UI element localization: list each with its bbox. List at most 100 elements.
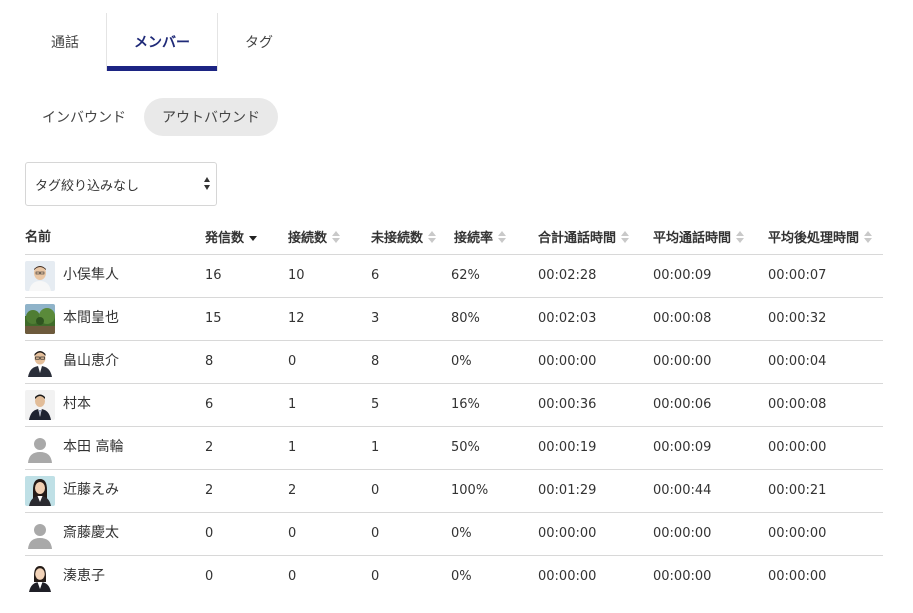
- header-outgoing[interactable]: 発信数: [205, 227, 258, 246]
- total-call-time: 00:00:19: [538, 440, 597, 455]
- avg-call-time: 00:00:09: [653, 440, 712, 455]
- avg-call-time: 00:00:08: [653, 311, 712, 326]
- tag-filter-select[interactable]: タグ絞り込みなし: [25, 162, 217, 206]
- total-call-time: 00:00:00: [538, 354, 597, 369]
- sort-icon[interactable]: [428, 230, 437, 244]
- tab-bar: 通話 メンバー タグ: [24, 13, 300, 71]
- tag-filter-value: タグ絞り込みなし: [35, 178, 140, 194]
- header-avg-post-time[interactable]: 平均後処理時間: [768, 227, 873, 246]
- sort-icon[interactable]: [621, 230, 630, 244]
- member-name[interactable]: 湊恵子: [63, 565, 105, 585]
- unconnected-count: 0: [371, 526, 380, 541]
- members-table: 名前 発信数 接続数 未接続数 接続率 合計通話時間 平均通話時間 平均後処理時…: [25, 222, 883, 599]
- table-row[interactable]: 近藤えみ 2 2 0 100% 00:01:29 00:00:44 00:00:…: [25, 470, 883, 513]
- table-row[interactable]: 湊恵子 0 0 0 0% 00:00:00 00:00:00 00:00:00: [25, 556, 883, 599]
- header-unconnected[interactable]: 未接続数: [371, 227, 437, 246]
- table-row[interactable]: 村本 6 1 5 16% 00:00:36 00:00:06 00:00:08: [25, 384, 883, 427]
- tab-tags[interactable]: タグ: [218, 13, 300, 71]
- member-name[interactable]: 畠山恵介: [63, 350, 119, 370]
- total-call-time: 00:02:28: [538, 268, 597, 283]
- connection-rate: 62%: [451, 268, 480, 283]
- connection-rate: 50%: [451, 440, 480, 455]
- unconnected-count: 3: [371, 311, 380, 326]
- outbound-button[interactable]: アウトバウンド: [144, 98, 278, 136]
- connected-count: 0: [288, 354, 297, 369]
- member-name[interactable]: 村本: [63, 393, 91, 413]
- member-name[interactable]: 小俣隼人: [63, 264, 119, 284]
- sort-icon[interactable]: [498, 230, 507, 244]
- header-avg-time[interactable]: 平均通話時間: [653, 227, 745, 246]
- header-name: 名前: [25, 230, 52, 245]
- connection-rate: 16%: [451, 397, 480, 412]
- unconnected-count: 6: [371, 268, 380, 283]
- outgoing-count: 0: [205, 569, 214, 584]
- table-row[interactable]: 小俣隼人 16 10 6 62% 00:02:28 00:00:09 00:00…: [25, 255, 883, 298]
- avatar: [25, 562, 55, 592]
- connection-rate: 0%: [451, 569, 472, 584]
- member-name[interactable]: 近藤えみ: [63, 479, 119, 499]
- outgoing-count: 16: [205, 268, 222, 283]
- avg-post-time: 00:00:00: [768, 440, 827, 455]
- connected-count: 12: [288, 311, 305, 326]
- avg-call-time: 00:00:00: [653, 569, 712, 584]
- table-row[interactable]: 畠山恵介 8 0 8 0% 00:00:00 00:00:00 00:00:04: [25, 341, 883, 384]
- avg-call-time: 00:00:00: [653, 354, 712, 369]
- outgoing-count: 0: [205, 526, 214, 541]
- sort-icon[interactable]: [332, 230, 341, 244]
- avatar: [25, 261, 55, 291]
- sort-desc-icon[interactable]: [249, 230, 258, 244]
- tab-calls[interactable]: 通話: [24, 13, 106, 71]
- total-call-time: 00:02:03: [538, 311, 597, 326]
- member-name[interactable]: 本田 高輪: [63, 436, 123, 456]
- avg-call-time: 00:00:00: [653, 526, 712, 541]
- avatar: [25, 476, 55, 506]
- table-row[interactable]: 本田 高輪 2 1 1 50% 00:00:19 00:00:09 00:00:…: [25, 427, 883, 470]
- connected-count: 2: [288, 483, 297, 498]
- avg-post-time: 00:00:00: [768, 526, 827, 541]
- avg-call-time: 00:00:09: [653, 268, 712, 283]
- avg-post-time: 00:00:04: [768, 354, 827, 369]
- table-row[interactable]: 本間皇也 15 12 3 80% 00:02:03 00:00:08 00:00…: [25, 298, 883, 341]
- total-call-time: 00:00:36: [538, 397, 597, 412]
- avg-call-time: 00:00:06: [653, 397, 712, 412]
- avg-post-time: 00:00:21: [768, 483, 827, 498]
- avatar: [25, 347, 55, 377]
- avg-post-time: 00:00:07: [768, 268, 827, 283]
- outgoing-count: 8: [205, 354, 214, 369]
- sort-icon[interactable]: [736, 230, 745, 244]
- connection-rate: 80%: [451, 311, 480, 326]
- header-connected[interactable]: 接続数: [288, 227, 341, 246]
- avg-post-time: 00:00:00: [768, 569, 827, 584]
- sort-icon[interactable]: [864, 230, 873, 244]
- total-call-time: 00:00:00: [538, 569, 597, 584]
- select-arrows-icon: [204, 177, 212, 193]
- connected-count: 1: [288, 440, 297, 455]
- table-header: 名前 発信数 接続数 未接続数 接続率 合計通話時間 平均通話時間 平均後処理時…: [25, 222, 883, 255]
- outgoing-count: 15: [205, 311, 222, 326]
- avg-call-time: 00:00:44: [653, 483, 712, 498]
- unconnected-count: 0: [371, 569, 380, 584]
- total-call-time: 00:01:29: [538, 483, 597, 498]
- avatar: [25, 390, 55, 420]
- table-row[interactable]: 斎藤慶太 0 0 0 0% 00:00:00 00:00:00 00:00:00: [25, 513, 883, 556]
- avg-post-time: 00:00:08: [768, 397, 827, 412]
- header-total-time[interactable]: 合計通話時間: [538, 227, 630, 246]
- connected-count: 1: [288, 397, 297, 412]
- tab-members[interactable]: メンバー: [106, 13, 218, 71]
- unconnected-count: 8: [371, 354, 380, 369]
- header-rate[interactable]: 接続率: [454, 227, 507, 246]
- avatar: [25, 519, 55, 549]
- connected-count: 0: [288, 569, 297, 584]
- avatar: [25, 304, 55, 334]
- connected-count: 10: [288, 268, 305, 283]
- connection-rate: 100%: [451, 483, 489, 498]
- outgoing-count: 6: [205, 397, 214, 412]
- unconnected-count: 0: [371, 483, 380, 498]
- inbound-button[interactable]: インバウンド: [24, 98, 144, 136]
- member-name[interactable]: 本間皇也: [63, 307, 119, 327]
- connection-rate: 0%: [451, 526, 472, 541]
- total-call-time: 00:00:00: [538, 526, 597, 541]
- connection-rate: 0%: [451, 354, 472, 369]
- member-name[interactable]: 斎藤慶太: [63, 522, 119, 542]
- connected-count: 0: [288, 526, 297, 541]
